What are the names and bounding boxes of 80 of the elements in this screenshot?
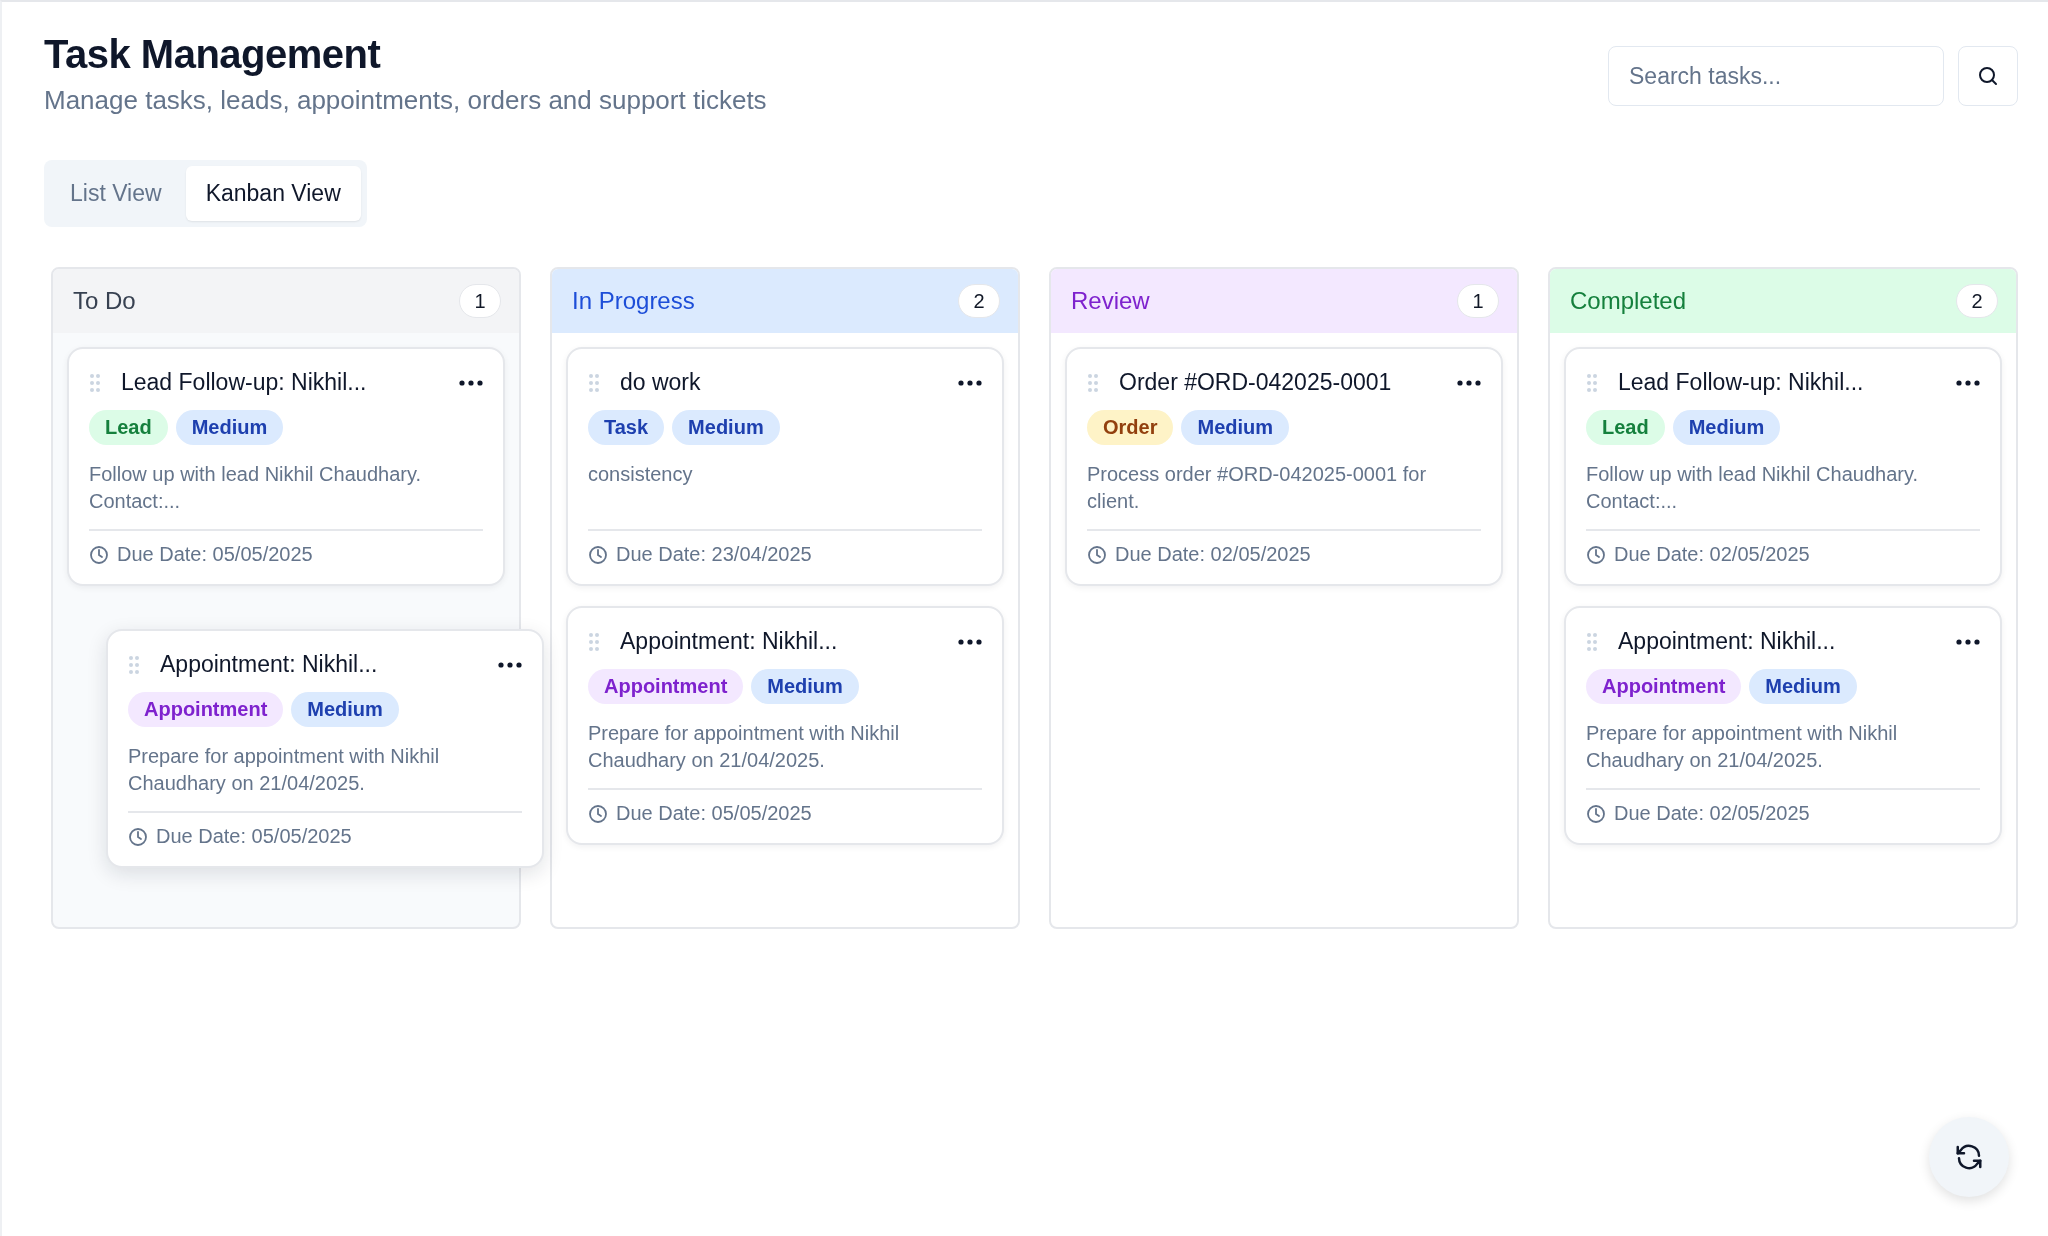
column-title: In Progress [572, 287, 695, 315]
task-card[interactable]: do work Task Medium consistency Due Date: 23/04/2025 [566, 347, 1004, 586]
priority-tag: Medium [1672, 410, 1781, 445]
clock-icon [1586, 803, 1606, 824]
clock-icon [89, 544, 109, 565]
due-date: Due Date: 02/05/2025 [1614, 802, 1810, 825]
card-description: Prepare for appointment with Nikhil Chaudhary on 21/04/2025. [128, 744, 441, 796]
card-title: Lead Follow-up: Nikhil... [1618, 369, 1865, 396]
card-title: Appointment: Nikhil... [620, 628, 839, 655]
more-options-icon[interactable] [1956, 379, 1980, 386]
search-field[interactable]: Search tasks... [1608, 46, 1944, 106]
clock-icon [1586, 544, 1606, 565]
drag-handle-icon[interactable] [1586, 631, 1598, 652]
drag-handle-icon[interactable] [89, 372, 101, 393]
priority-tag: Medium [672, 410, 780, 445]
task-card[interactable]: Lead Follow-up: Nikhil... Lead Medium Follow up with lead Nikhil Chaudhary. Contact:... Due Date: 02/05/2025 [1564, 347, 2002, 586]
due-date: Due Date: 23/04/2025 [616, 543, 812, 566]
more-options-icon[interactable] [459, 379, 483, 386]
priority-tag: Medium [751, 669, 859, 704]
column-title: Completed [1570, 287, 1687, 315]
card-description: Follow up with lead Nikhil Chaudhary. Contact:... [1586, 462, 1919, 514]
drag-handle-icon[interactable] [588, 631, 600, 652]
type-tag: Order [1087, 410, 1174, 445]
clock-icon [1087, 544, 1107, 565]
view-tab[interactable]: List View [50, 166, 182, 221]
refresh-button[interactable] [1929, 1117, 2009, 1197]
count-badge: 2 [958, 284, 1000, 318]
priority-tag: Medium [175, 410, 284, 445]
card-description: Prepare for appointment with Nikhil Chaudhary on 21/04/2025. [1586, 721, 1899, 773]
card-title: do work [620, 369, 702, 396]
type-tag: Task [588, 410, 665, 445]
type-tag: Appointment [588, 669, 744, 704]
clock-icon [588, 803, 608, 824]
search-icon [1976, 64, 2000, 88]
priority-tag: Medium [1181, 410, 1290, 445]
more-options-icon[interactable] [958, 379, 982, 386]
due-date: Due Date: 05/05/2025 [117, 543, 313, 566]
task-card[interactable]: Appointment: Nikhil... Appointment Medium Prepare for appointment with Nikhil Chaudhary on 21/04/2025. Due Date: 05/05/2025 [566, 606, 1004, 845]
page-subtitle: Manage tasks, leads, appointments, orders and support tickets [44, 85, 767, 116]
priority-tag: Medium [1749, 669, 1857, 704]
page-title: Task Management [44, 32, 382, 77]
type-tag: Appointment [128, 692, 284, 727]
card-title: Appointment: Nikhil... [1618, 628, 1837, 655]
more-options-icon[interactable] [498, 661, 522, 668]
task-card[interactable]: Order #ORD-042025-0001 Order Medium Process order #ORD-042025-0001 for client. Due Date: 02/05/2025 [1065, 347, 1503, 586]
card-title: Appointment: Nikhil... [160, 651, 379, 678]
search-button[interactable] [1958, 46, 2018, 106]
drag-handle-icon[interactable] [1087, 372, 1099, 393]
clock-icon [128, 826, 148, 847]
more-options-icon[interactable] [1956, 638, 1980, 645]
task-card[interactable]: Lead Follow-up: Nikhil... Lead Medium Follow up with lead Nikhil Chaudhary. Contact:... Due Date: 05/05/2025 [67, 347, 505, 586]
type-tag: Lead [89, 410, 168, 445]
drag-handle-icon[interactable] [128, 654, 140, 675]
column-title: Review [1071, 287, 1150, 315]
card-description: Follow up with lead Nikhil Chaudhary. Contact:... [89, 462, 422, 514]
card-description: Prepare for appointment with Nikhil Chaudhary on 21/04/2025. [588, 721, 901, 773]
task-card[interactable]: Appointment: Nikhil... Appointment Medium Prepare for appointment with Nikhil Chaudhary on 21/04/2025. Due Date: 02/05/2025 [1564, 606, 2002, 845]
count-badge: 1 [459, 284, 501, 318]
due-date: Due Date: 02/05/2025 [1614, 543, 1810, 566]
type-tag: Lead [1586, 410, 1665, 445]
due-date: Due Date: 05/05/2025 [156, 825, 352, 848]
card-title: Lead Follow-up: Nikhil... [121, 369, 368, 396]
refresh-icon [1954, 1142, 1984, 1172]
column-title: To Do [73, 287, 136, 315]
due-date: Due Date: 05/05/2025 [616, 802, 812, 825]
dragged-task-card[interactable]: Appointment: Nikhil... Appointment Medium Prepare for appointment with Nikhil Chaudhary on 21/04/2025. Due Date: 05/05/2025 [106, 629, 544, 868]
card-title: Order #ORD-042025-0001 [1119, 369, 1393, 396]
priority-tag: Medium [291, 692, 399, 727]
card-description: consistency [588, 462, 694, 487]
clock-icon [588, 544, 608, 565]
type-tag: Appointment [1586, 669, 1742, 704]
card-description: Process order #ORD-042025-0001 for client. [1087, 462, 1428, 514]
due-date: Due Date: 02/05/2025 [1115, 543, 1311, 566]
count-badge: 2 [1956, 284, 1998, 318]
view-tab[interactable]: Kanban View [185, 166, 361, 221]
more-options-icon[interactable] [958, 638, 982, 645]
drag-handle-icon[interactable] [1586, 372, 1598, 393]
more-options-icon[interactable] [1457, 379, 1481, 386]
count-badge: 1 [1457, 284, 1499, 318]
drag-handle-icon[interactable] [588, 372, 600, 393]
